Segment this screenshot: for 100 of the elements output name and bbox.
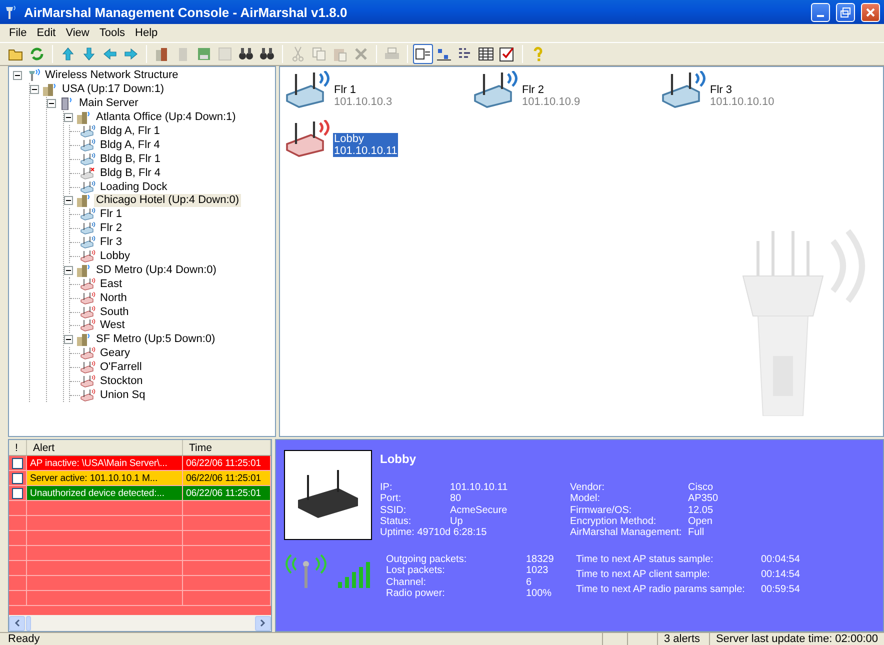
menu-item[interactable]: File [5,27,31,39]
app-icon [4,4,18,20]
tree-item[interactable]: Stockton [98,375,145,388]
access-point-label[interactable]: Flr 3 101.10.10.10 [709,84,776,108]
restore-button[interactable] [836,2,855,22]
menu-item[interactable]: Help [131,27,162,39]
collapse-toggle[interactable] [64,266,73,275]
scissors-icon [290,46,306,62]
field-label: Time to next AP radio params sample: [576,584,746,598]
tree-item[interactable]: North [98,292,129,305]
access-point-label[interactable]: Flr 2 101.10.10.9 [521,84,582,108]
field-value: Full [688,527,706,538]
time-cell: 06/22/06 11:25:01 [183,456,271,470]
scroll-right-button[interactable] [255,616,271,630]
toolbar-button[interactable] [413,44,433,64]
field-label: Port: [380,493,402,505]
window-title: AirMarshal Management Console - AirMarshal v1.8.0 [24,4,348,20]
tree-item[interactable]: Wireless Network Structure [43,69,180,82]
tree-item[interactable]: Flr 2 [98,222,124,236]
building-icon [76,264,92,277]
field-value: AcmeSecure [450,504,508,516]
collapse-toggle[interactable] [13,71,22,80]
tree-item[interactable]: Flr 3 [98,236,124,250]
field-value: AP350 [688,493,720,505]
menu-item[interactable]: View [62,27,94,39]
field-value: 00:59:54 [761,584,801,598]
menu-item[interactable]: Edit [32,27,60,39]
collapse-toggle[interactable] [30,85,39,94]
time-cell: 06/22/06 11:25:01 [183,471,271,485]
binoculars-icon [259,46,275,62]
menu-item[interactable]: Tools [95,27,130,39]
field-label: SSID: [380,504,408,516]
tree-item[interactable]: West [98,319,127,332]
access-point-label[interactable]: Flr 1 101.10.10.3 [333,84,394,108]
column-header[interactable]: Time [183,440,271,455]
collapse-toggle[interactable] [47,99,56,108]
tree-item[interactable]: Main Server [77,97,140,110]
collapse-toggle[interactable] [64,335,73,344]
building-icon [76,111,92,124]
field-label: Outgoing packets: [386,554,468,566]
collapse-toggle[interactable] [64,196,73,206]
building-icon [154,46,170,62]
field-label: Model: [570,493,602,505]
checkbox[interactable] [12,458,23,468]
tree-item[interactable]: Atlanta Office (Up:4 Down:1) [94,111,238,124]
field-value: 12.05 [688,504,714,516]
tree-item[interactable]: Bldg A, Flr 4 [98,138,162,152]
field-label: Channel: [386,576,428,588]
close-icon [866,8,875,16]
field-label: Vendor: [570,482,606,494]
access-point-label[interactable]: Lobby 101.10.10.11 [333,133,398,157]
scroll-left-button[interactable] [9,616,25,630]
scrollbar-thumb[interactable] [26,616,31,630]
alert-cell: Server active: 101.10.10.1 M... [27,471,183,485]
tree-item[interactable]: SF Metro (Up:5 Down:0) [94,333,218,346]
tree-item[interactable]: SD Metro (Up:4 Down:0) [94,264,218,277]
field-label: Radio power: [386,588,446,600]
tree-item[interactable]: Chicago Hotel (Up:4 Down:0) [94,194,242,208]
refresh-icon [29,46,45,62]
column-header[interactable]: Alert [27,440,183,455]
checkbox[interactable] [12,472,23,484]
horizontal-scrollbar[interactable] [9,615,271,631]
field-value: 00:04:54 [761,554,801,567]
checkbox[interactable] [12,488,23,498]
tree-item[interactable]: Lobby [98,250,132,264]
column-header[interactable]: ! [9,440,27,455]
tree-item[interactable]: Geary [98,347,132,360]
field-value: Open [688,516,714,528]
tree-item[interactable]: Loading Dock [98,180,170,194]
arrow-down-icon [81,46,97,62]
tree-item[interactable]: Flr 1 [98,208,124,222]
field-value: 80 [450,493,462,505]
building-icon [76,333,92,346]
field-value: 100% [526,588,553,600]
tree-item[interactable]: Union Sq [98,388,148,402]
field-value: 1023 [526,565,550,577]
tree-item[interactable]: USA (Up:17 Down:1) [60,83,166,96]
tree-item[interactable]: East [98,278,124,291]
minimize-button[interactable] [811,2,830,22]
tree-item[interactable]: Bldg B, Flr 4 [98,166,163,180]
checklist-icon [499,46,515,62]
tree-item[interactable]: O'Farrell [98,361,144,374]
tree-item[interactable]: Bldg B, Flr 1 [98,152,163,166]
status-message: Ready [7,633,41,645]
field-value: 101.10.10.11 [450,482,509,494]
field-value: 18329 [526,554,555,566]
tree-item[interactable]: Bldg A, Flr 1 [98,125,162,138]
field-label: Time to next AP status sample: [576,554,714,567]
arrow-up-icon [60,46,76,62]
tree-item[interactable]: South [98,306,131,319]
field-value: Up [450,516,464,528]
copy-icon [311,46,327,62]
antenna-signal-icon [284,554,328,590]
field-value: 00:14:54 [761,569,801,582]
close-button[interactable] [861,2,880,22]
collapse-toggle[interactable] [64,113,73,122]
delete-icon [353,46,369,62]
field-label: Firmware/OS: [570,504,633,516]
restore-icon [840,6,851,18]
small-icons-icon [436,46,452,62]
